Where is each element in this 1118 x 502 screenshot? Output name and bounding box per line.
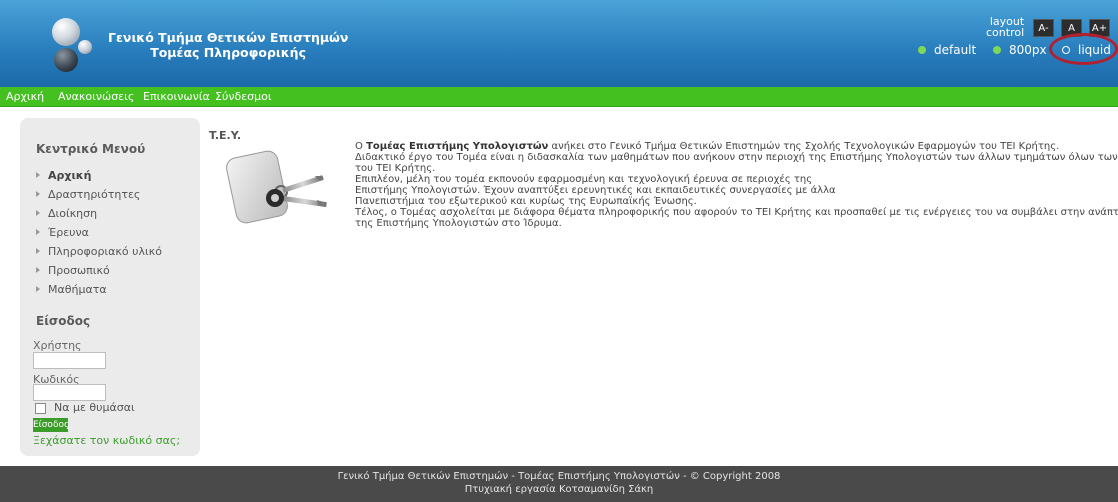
font-decrease-button[interactable]: A- [1033,19,1054,37]
para-line2: Διδακτικό έργο του Τομέα είναι η διδασκα… [355,152,1118,163]
layout-option-800px-label: 800px [1009,43,1047,57]
para-line1-prefix: Ο [355,141,367,152]
para-line1-suffix: ανήκει στο Γενικό Τμήμα Θετικών Επιστημώ… [548,141,1060,152]
arrow-right-icon [36,267,40,273]
radio-dot-icon [918,45,926,54]
layout-control-label: layout control [986,16,1024,38]
logo-sphere-small [78,40,92,54]
site-title-line2: Τομέας Πληροφορικής [150,45,306,60]
para-line4: Επιπλέον, μέλη του τομέα εκπονούν εφαρμο… [355,174,813,185]
username-input[interactable] [33,352,106,369]
login-button[interactable]: Είσοδος [33,418,69,432]
arrow-right-icon [36,229,40,235]
sidebar-item-label: Δραστηριότητες [48,188,141,201]
site-logo [48,18,108,74]
sidebar: Κεντρικό Μενού Αρχική Δραστηριότητες Διο… [20,118,200,456]
para-line8: της Επιστήμης Υπολογιστών στο Ίδρυμα. [355,218,562,229]
arrow-right-icon [36,210,40,216]
para-line7: Τέλος, ο Τομέας ασχολείται με διάφορα θέ… [355,207,1118,218]
page-title: T.E.Y. [209,129,242,142]
footer-copyright: Γενικό Τμήμα Θετικών Επιστημών - Τομέας … [337,471,781,482]
main-navbar: Αρχική Ανακοινώσεις Επικοινωνία Σύνδεσμο… [0,87,1118,107]
para-line3: του ΤΕΙ Κρήτης. [355,163,436,174]
sidebar-item-research[interactable]: Έρευνα [36,226,89,239]
footer-credit: Πτυχιακή εργασία Κοτσαμανίδη Σάκη [464,484,654,495]
description-paragraph: Ο Τομέας Επιστήμης Υπολογιστών ανήκει στ… [355,141,1118,229]
layout-option-800px[interactable]: 800px [993,43,1047,57]
arrow-right-icon [36,248,40,254]
layout-option-default-label: default [934,43,977,57]
layout-option-default[interactable]: default [918,43,976,57]
sidebar-item-administration[interactable]: Διοίκηση [36,207,97,220]
para-line6: Πανεπιστήμια του εξωτερικού και κυρίως τ… [355,196,697,207]
site-footer: Γενικό Τμήμα Θετικών Επιστημών - Τομέας … [0,466,1118,502]
site-title-line1: Γενικό Τμήμα Θετικών Επιστημών [108,30,349,45]
sidebar-item-activities[interactable]: Δραστηριότητες [36,188,140,201]
radio-dot-icon [993,45,1001,54]
logo-sphere-dark [54,48,78,72]
forgot-password-link[interactable]: Ξεχάσατε τον κωδικό σας; [33,434,180,447]
site-header: Γενικό Τμήμα Θετικών Επιστημών Τομέας Πλ… [0,0,1118,87]
main-menu-title: Κεντρικό Μενού [36,142,146,156]
sidebar-item-label: Πληροφοριακό υλικό [48,245,162,258]
nav-item-contact[interactable]: Επικοινωνία [143,90,210,104]
sidebar-item-courses[interactable]: Μαθήματα [36,283,107,296]
sidebar-item-label: Μαθήματα [48,283,107,296]
sidebar-item-label: Έρευνα [48,226,89,239]
remember-checkbox[interactable] [35,403,46,414]
arrow-right-icon [36,286,40,292]
highlight-circle [1049,33,1118,65]
sidebar-item-staff[interactable]: Προσωπικό [36,264,110,277]
login-title: Είσοδος [36,314,91,328]
sidebar-item-home[interactable]: Αρχική [36,169,91,182]
para-line1-bold: Τομέας Επιστήμης Υπολογιστών [366,141,549,152]
username-label: Χρήστης [33,339,82,352]
sidebar-item-label: Διοίκηση [48,207,98,220]
nav-item-home[interactable]: Αρχική [6,90,44,104]
remember-label: Να με θυμάσαι [54,401,135,414]
keys-image [226,150,327,224]
sidebar-item-label: Αρχική [48,169,92,182]
para-line5: Επιστήμης Υπολογιστών. Έχουν αναπτύξει ε… [355,185,836,196]
arrow-right-icon [36,191,40,197]
site-title: Γενικό Τμήμα Θετικών Επιστημών Τομέας Πλ… [108,30,349,60]
password-input[interactable] [33,384,106,401]
nav-item-links[interactable]: Σύνδεσμοι [215,90,272,104]
nav-item-announcements[interactable]: Ανακοινώσεις [58,90,134,104]
sidebar-item-label: Προσωπικό [48,264,110,277]
arrow-right-icon [36,172,40,178]
sidebar-item-information[interactable]: Πληροφοριακό υλικό [36,245,162,258]
layout-label-line2: control [986,26,1025,39]
logo-sphere-white [52,18,80,46]
